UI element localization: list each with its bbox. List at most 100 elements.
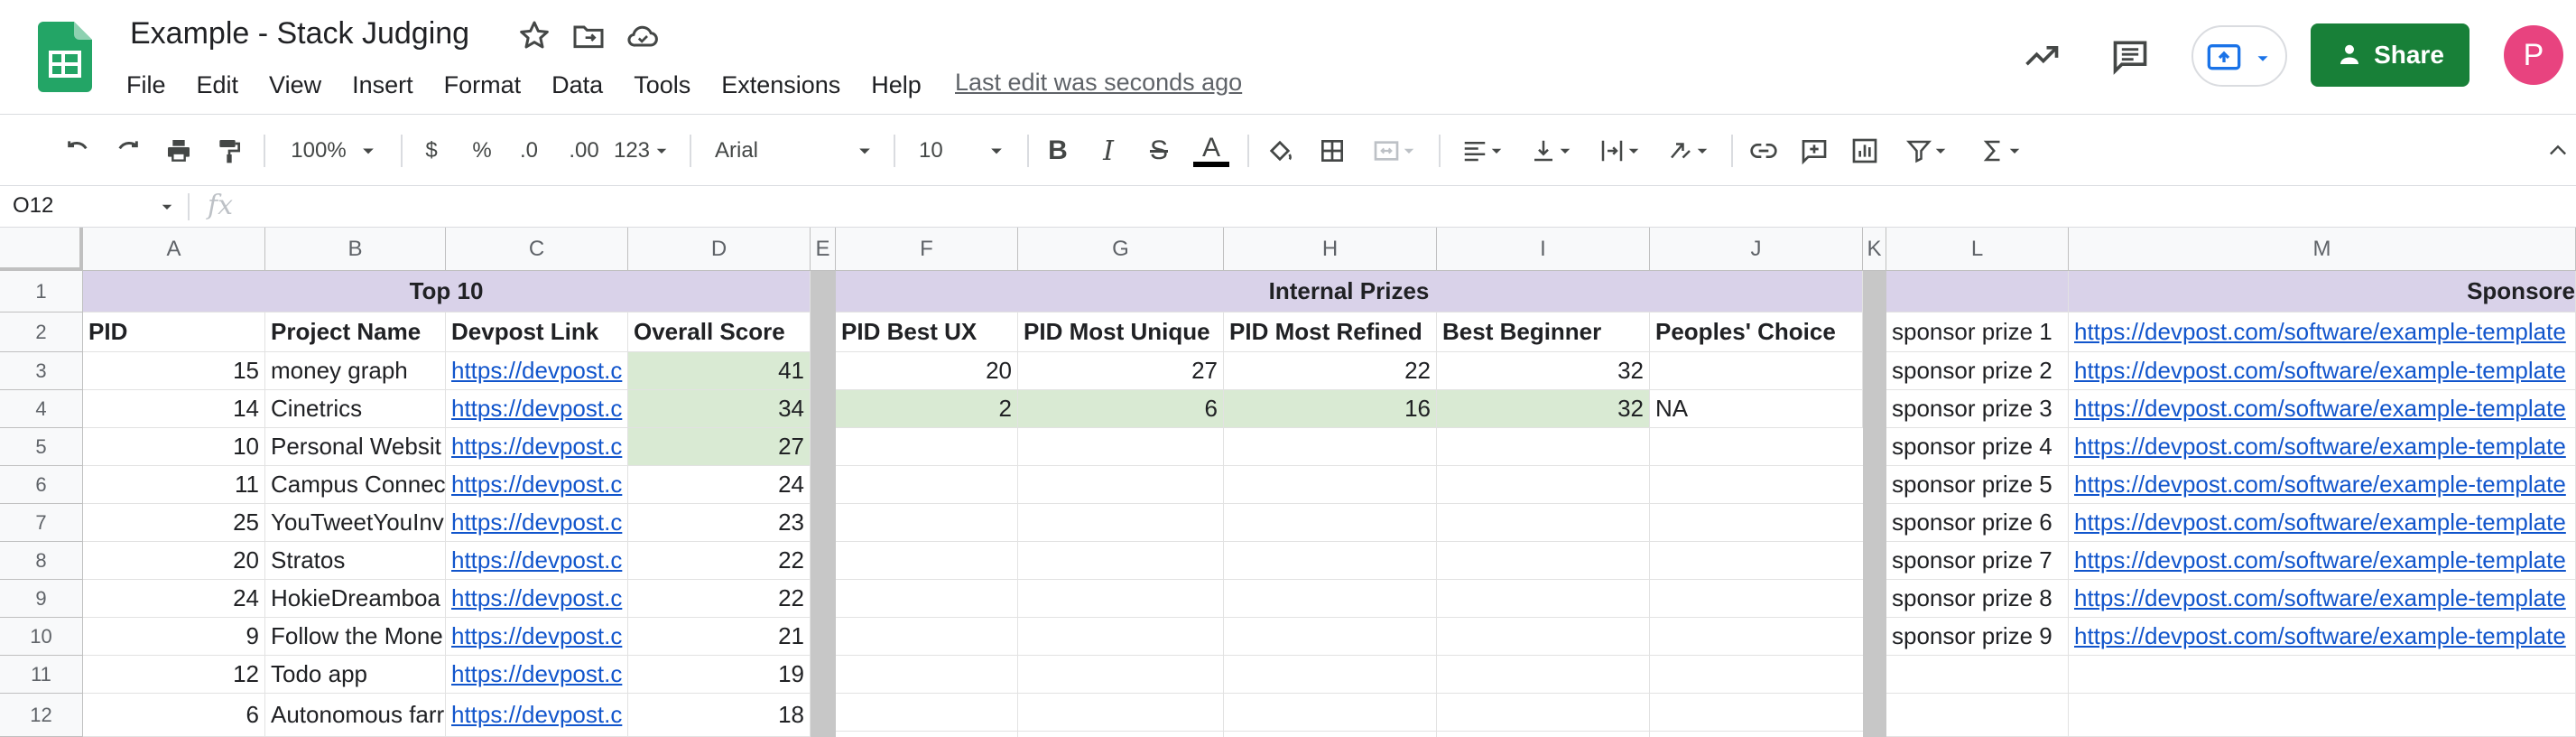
sponsor-link-cell[interactable]: https://devpost.com/software/example-tem… [2069, 580, 2576, 618]
top10-title[interactable]: Top 10 [83, 271, 811, 313]
menu-extensions[interactable]: Extensions [721, 71, 840, 99]
top10-link-cell[interactable]: https://devpost.c [446, 352, 628, 390]
cloud-status-icon[interactable] [625, 18, 661, 54]
top10-name-cell[interactable]: Stratos [265, 542, 446, 580]
top10-score-cell[interactable]: 21 [628, 618, 811, 656]
peoples-choice-cell[interactable]: NA [1650, 390, 1863, 428]
peoples-choice-cell[interactable] [1650, 352, 1863, 390]
top10-name-cell[interactable]: Follow the Mone [265, 618, 446, 656]
header-pid-most-refined[interactable]: PID Most Refined [1224, 313, 1437, 352]
name-box-dropdown-icon[interactable] [159, 199, 175, 215]
top10-link-cell[interactable]: https://devpost.c [446, 390, 628, 428]
top10-pid-cell[interactable]: 25 [83, 504, 265, 542]
row-header-12[interactable]: 12 [0, 694, 83, 737]
borders-icon[interactable] [1312, 129, 1352, 173]
row-header-3[interactable]: 3 [0, 352, 83, 390]
top10-score-cell[interactable]: 22 [628, 580, 811, 618]
sponsor-name-cell[interactable]: sponsor prize 9 [1886, 618, 2069, 656]
insert-chart-icon[interactable] [1845, 129, 1885, 173]
top10-pid-cell[interactable]: 20 [83, 542, 265, 580]
sponsor-name-cell[interactable]: sponsor prize 7 [1886, 542, 2069, 580]
insert-comment-icon[interactable] [1794, 129, 1834, 173]
row-header-1[interactable]: 1 [0, 271, 83, 313]
top10-name-cell[interactable]: Autonomous farr [265, 694, 446, 737]
menu-data[interactable]: Data [551, 71, 603, 99]
column-header-h[interactable]: H [1224, 228, 1437, 271]
best-ux-cell[interactable]: 20 [836, 352, 1018, 390]
top10-name-cell[interactable]: Cinetrics [265, 390, 446, 428]
best-beginner-cell[interactable]: 32 [1437, 352, 1650, 390]
menu-tools[interactable]: Tools [634, 71, 690, 99]
zoom-select[interactable]: 100% [282, 129, 386, 173]
share-button[interactable]: Share [2311, 23, 2469, 87]
avatar[interactable]: P [2504, 25, 2563, 85]
move-folder-icon[interactable] [570, 18, 607, 54]
column-header-c[interactable]: C [446, 228, 628, 271]
top10-name-cell[interactable]: HokieDreamboa [265, 580, 446, 618]
row-header-2[interactable]: 2 [0, 313, 83, 352]
sponsor-name-cell[interactable]: sponsor prize 3 [1886, 390, 2069, 428]
comments-icon[interactable] [2110, 36, 2150, 76]
italic-button[interactable]: I [1090, 129, 1126, 173]
top10-score-cell[interactable]: 24 [628, 466, 811, 504]
sponsor-name-cell[interactable]: sponsor prize 4 [1886, 428, 2069, 466]
top10-pid-cell[interactable]: 9 [83, 618, 265, 656]
header-peoples-choice[interactable]: Peoples' Choice [1650, 313, 1863, 352]
menu-insert[interactable]: Insert [352, 71, 413, 99]
most-refined-cell[interactable]: 22 [1224, 352, 1437, 390]
sponsor-link-cell[interactable]: https://devpost.com/software/example-tem… [2069, 428, 2576, 466]
print-icon[interactable] [159, 129, 199, 173]
top10-link-cell[interactable]: https://devpost.c [446, 466, 628, 504]
text-rotation-icon[interactable] [1657, 129, 1720, 173]
sponsor-link-cell[interactable]: https://devpost.com/software/example-tem… [2069, 466, 2576, 504]
top10-pid-cell[interactable]: 15 [83, 352, 265, 390]
text-wrapping-icon[interactable] [1589, 129, 1652, 173]
formula-input[interactable] [262, 190, 2428, 224]
column-header-j[interactable]: J [1650, 228, 1863, 271]
decrease-decimal-button[interactable]: .0 [509, 129, 549, 173]
top10-name-cell[interactable]: money graph [265, 352, 446, 390]
top10-link-cell[interactable]: https://devpost.c [446, 694, 628, 737]
top10-score-cell[interactable]: 18 [628, 694, 811, 737]
sponsor-name-cell[interactable]: sponsor prize 5 [1886, 466, 2069, 504]
strikethrough-button[interactable]: S [1141, 129, 1177, 173]
menu-file[interactable]: File [126, 71, 166, 99]
top10-pid-cell[interactable]: 14 [83, 390, 265, 428]
header-best-beginner[interactable]: Best Beginner [1437, 313, 1650, 352]
select-all-corner[interactable] [0, 228, 83, 271]
redo-icon[interactable] [108, 129, 148, 173]
row-header-9[interactable]: 9 [0, 580, 83, 618]
menu-format[interactable]: Format [444, 71, 522, 99]
column-header-f[interactable]: F [836, 228, 1018, 271]
top10-score-cell[interactable]: 41 [628, 352, 811, 390]
functions-icon[interactable] [1969, 129, 2033, 173]
top10-score-cell[interactable]: 23 [628, 504, 811, 542]
fill-color-icon[interactable] [1260, 129, 1300, 173]
paint-format-icon[interactable] [209, 129, 249, 173]
row-header-10[interactable]: 10 [0, 618, 83, 656]
empty-cell[interactable] [2069, 694, 2576, 737]
empty-cell[interactable] [1886, 694, 2069, 737]
top10-name-cell[interactable]: Todo app [265, 656, 446, 694]
merge-cells-icon[interactable] [1363, 129, 1426, 173]
document-title[interactable]: Example - Stack Judging [130, 16, 469, 51]
best-beginner-cell[interactable]: 32 [1437, 390, 1650, 428]
sponsor-link-cell[interactable]: https://devpost.com/software/example-tem… [2069, 313, 2576, 352]
best-ux-cell[interactable]: 2 [836, 390, 1018, 428]
header-pid[interactable]: PID [83, 313, 265, 352]
empty-cell[interactable] [2069, 656, 2576, 694]
empty-internal-cells[interactable] [836, 428, 1863, 737]
column-header-g[interactable]: G [1018, 228, 1224, 271]
row-header-7[interactable]: 7 [0, 504, 83, 542]
top10-score-cell[interactable]: 22 [628, 542, 811, 580]
top10-pid-cell[interactable]: 24 [83, 580, 265, 618]
menu-help[interactable]: Help [871, 71, 922, 99]
sponsor-link-cell[interactable]: https://devpost.com/software/example-tem… [2069, 618, 2576, 656]
font-size-select[interactable]: 10 [908, 129, 1016, 173]
top10-link-cell[interactable]: https://devpost.c [446, 656, 628, 694]
sponsor-name-cell[interactable]: sponsor prize 6 [1886, 504, 2069, 542]
sponsor-link-cell[interactable]: https://devpost.com/software/example-tem… [2069, 352, 2576, 390]
most-unique-cell[interactable]: 6 [1018, 390, 1224, 428]
top10-link-cell[interactable]: https://devpost.c [446, 580, 628, 618]
top10-pid-cell[interactable]: 10 [83, 428, 265, 466]
